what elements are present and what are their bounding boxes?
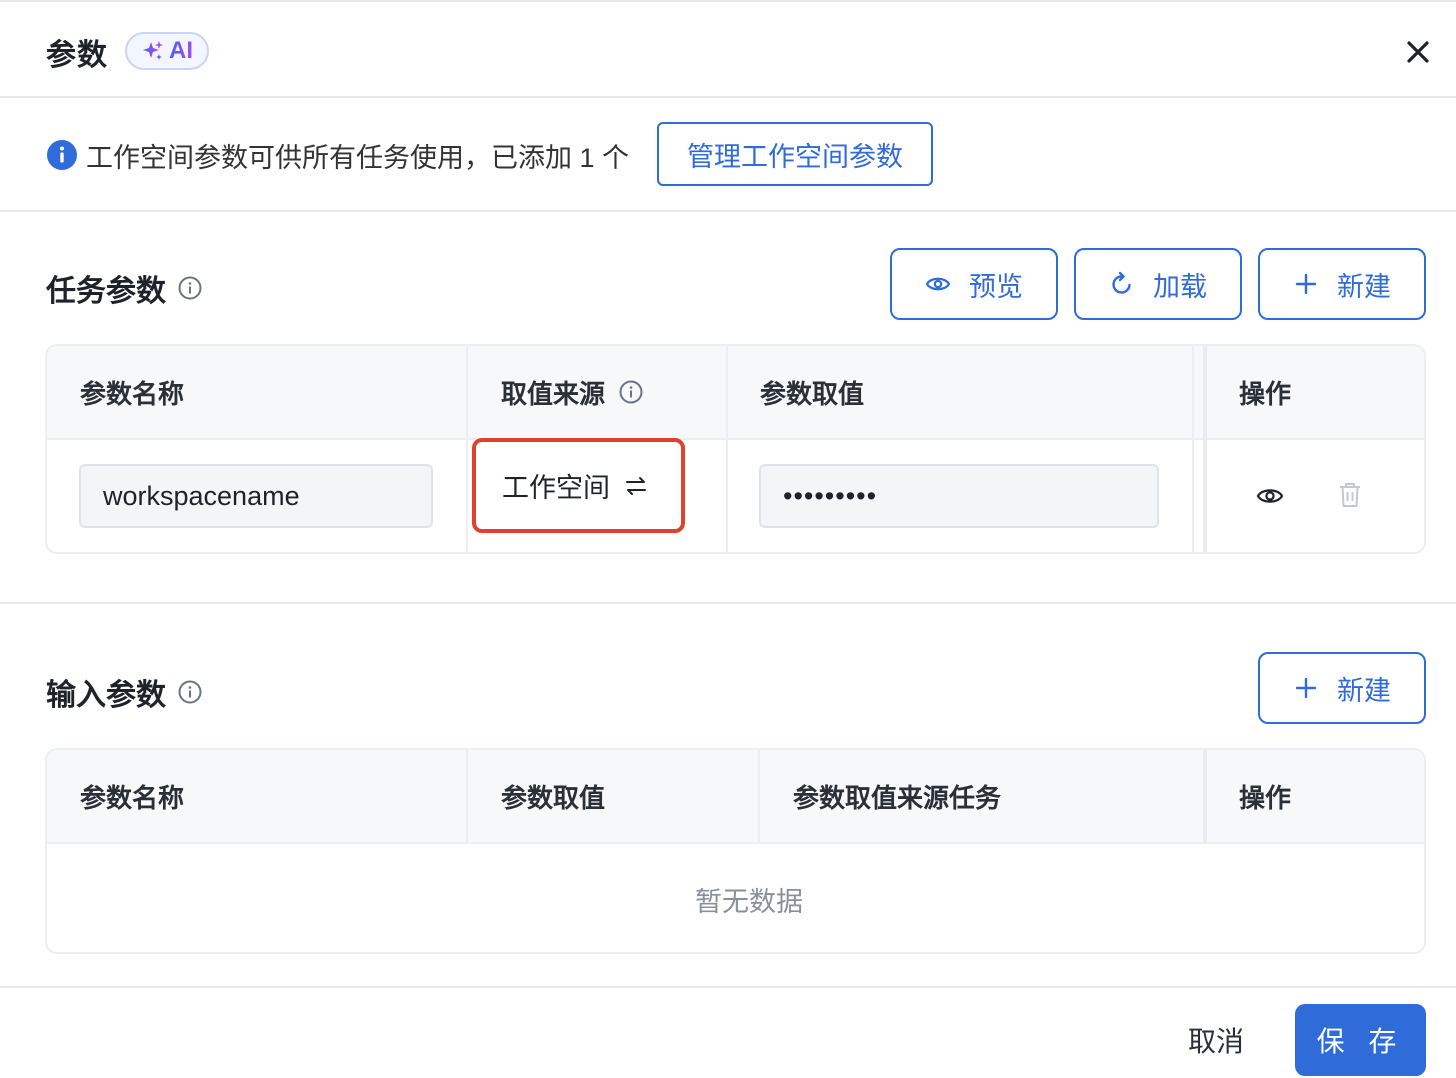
table-header: [47, 750, 1424, 844]
dialog-header: 参数 AI: [0, 0, 1456, 98]
preview-button-label: 预览: [969, 271, 1023, 302]
sparkle-icon: [143, 41, 163, 60]
close-icon[interactable]: [1404, 38, 1432, 66]
table-header: [47, 346, 1424, 440]
column-header-actions: 操作: [1239, 378, 1292, 409]
notice-text: 工作空间参数可供所有任务使用，已添加 1 个: [86, 143, 630, 173]
load-button-label: 加载: [1153, 271, 1207, 302]
param-name-input[interactable]: workspacename: [79, 464, 433, 528]
new-input-param-button[interactable]: 新建: [1258, 652, 1426, 724]
input-params-title: 输入参数: [46, 670, 202, 714]
info-icon: [47, 140, 77, 170]
preview-button[interactable]: 预览: [890, 248, 1058, 320]
column-header-name: 参数名称: [80, 782, 185, 813]
new-task-param-button-label: 新建: [1337, 271, 1391, 302]
column-header-source-label: 取值来源: [501, 378, 606, 409]
column-header-name: 参数名称: [80, 378, 185, 409]
eye-icon: [925, 277, 951, 291]
cancel-button[interactable]: 取消: [1170, 1012, 1262, 1068]
input-params-table: 参数名称 参数取值 参数取值来源任务 操作: [45, 748, 1426, 954]
refresh-icon: [1112, 271, 1131, 294]
task-params-title-text: 任务参数: [46, 275, 166, 308]
column-header-source: 取值来源: [501, 346, 643, 438]
section-divider: [0, 602, 1456, 604]
column-divider: [758, 750, 760, 844]
column-header-value: 参数取值: [760, 378, 865, 409]
task-params-title: 任务参数: [46, 266, 202, 310]
column-divider: [466, 750, 468, 844]
param-source-label: 工作空间: [502, 473, 610, 503]
trash-icon[interactable]: [1337, 481, 1363, 509]
ai-badge-label: AI: [169, 37, 193, 64]
save-button[interactable]: 保 存: [1295, 1004, 1426, 1076]
manage-workspace-params-button[interactable]: 管理工作空间参数: [657, 122, 933, 186]
column-divider: [1203, 346, 1207, 552]
column-header-actions: 操作: [1239, 782, 1292, 813]
plus-icon: [1295, 273, 1317, 295]
load-button[interactable]: 加载: [1074, 248, 1242, 320]
column-header-source-task: 参数取值来源任务: [793, 782, 1002, 813]
input-params-title-text: 输入参数: [46, 679, 166, 712]
dialog-title: 参数: [46, 39, 108, 72]
help-circle-icon[interactable]: [178, 276, 202, 300]
column-divider: [726, 346, 728, 552]
empty-state-text: 暂无数据: [695, 887, 803, 917]
new-task-param-button[interactable]: 新建: [1258, 248, 1426, 320]
help-circle-icon[interactable]: [619, 380, 643, 404]
eye-icon[interactable]: [1256, 482, 1284, 510]
param-value-input[interactable]: •••••••••: [759, 464, 1159, 528]
plus-icon: [1295, 677, 1317, 699]
column-divider: [1203, 750, 1207, 844]
help-circle-icon[interactable]: [178, 680, 202, 704]
param-source-cell[interactable]: 工作空间: [472, 438, 685, 533]
ai-badge[interactable]: AI: [125, 32, 209, 70]
new-input-param-button-label: 新建: [1337, 675, 1391, 706]
swap-icon[interactable]: [624, 474, 648, 498]
column-divider: [1192, 346, 1194, 552]
column-header-value: 参数取值: [501, 782, 606, 813]
column-divider: [466, 346, 468, 552]
